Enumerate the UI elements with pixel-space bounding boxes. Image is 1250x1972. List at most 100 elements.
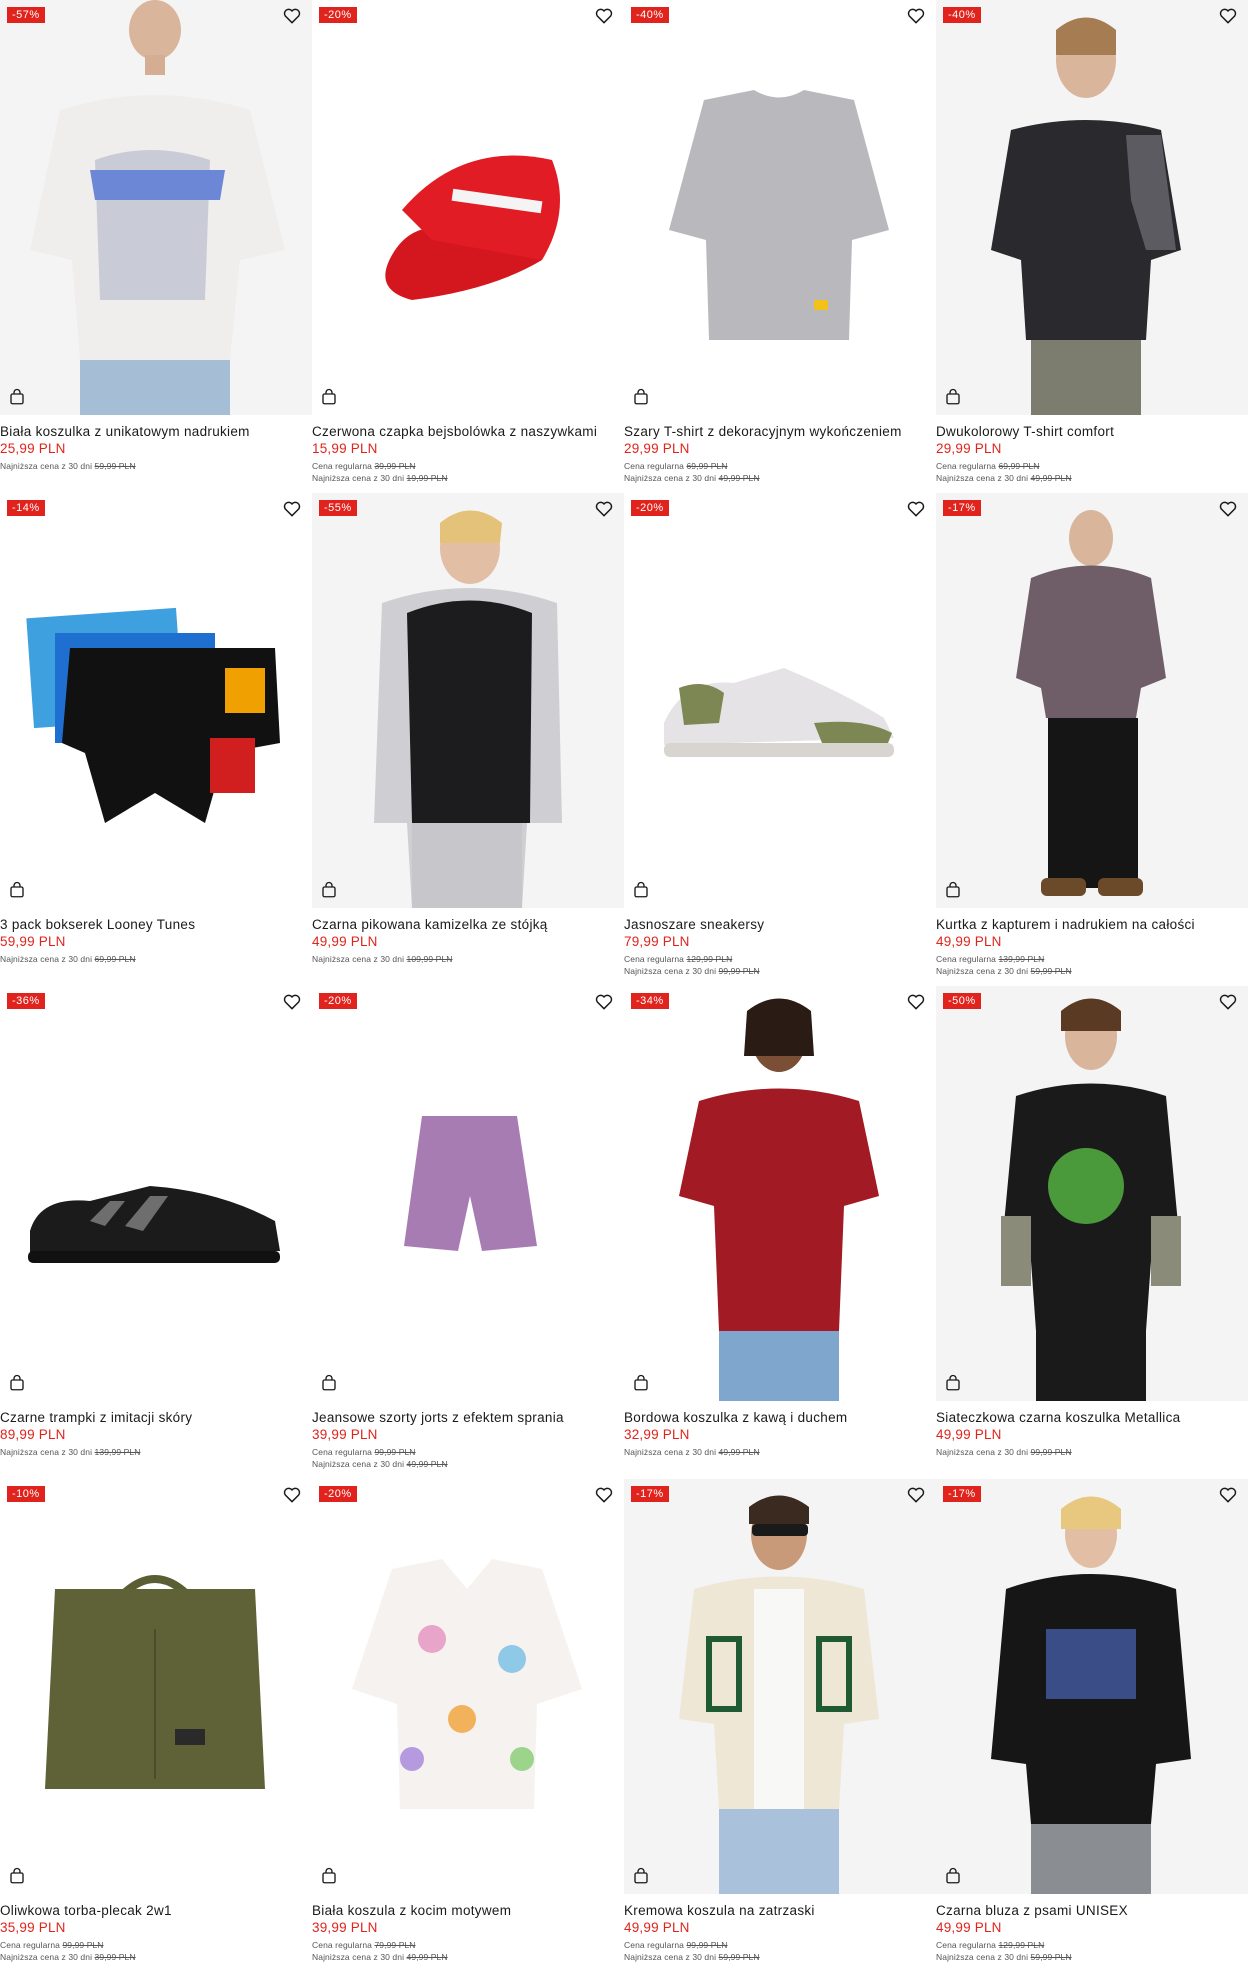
product-image[interactable]: -20% <box>312 986 624 1401</box>
product-title[interactable]: Czarna bluza z psami UNISEX <box>936 1903 1246 1918</box>
product-title[interactable]: Jasnoszare sneakersy <box>624 917 934 932</box>
product-title[interactable]: 3 pack bokserek Looney Tunes <box>0 917 310 932</box>
product-card[interactable]: -20% Jeansowe szorty jorts z efektem spr… <box>312 986 624 1479</box>
product-photo <box>0 1479 312 1894</box>
product-image[interactable]: -55% <box>312 493 624 908</box>
product-card[interactable]: -10% Oliwkowa torba-plecak 2w1 35,99 PLN… <box>0 1479 312 1972</box>
product-title[interactable]: Biała koszulka z unikatowym nadrukiem <box>0 424 310 439</box>
heart-icon[interactable] <box>1218 992 1238 1012</box>
heart-icon[interactable] <box>906 992 926 1012</box>
product-card[interactable]: -17% Kremowa koszula na zatrzaski 49,99 … <box>624 1479 936 1972</box>
product-title[interactable]: Czarne trampki z imitacji skóry <box>0 1410 310 1425</box>
product-image[interactable]: -40% <box>936 0 1248 415</box>
shopping-bag-icon[interactable] <box>320 1374 338 1392</box>
product-title[interactable]: Czerwona czapka bejsbolówka z naszywkami <box>312 424 622 439</box>
product-card[interactable]: -20% Jasnoszare sneakersy 79,99 PLN Cena… <box>624 493 936 986</box>
heart-icon[interactable] <box>282 499 302 519</box>
shopping-bag-icon[interactable] <box>632 1867 650 1885</box>
shopping-bag-icon[interactable] <box>8 1867 26 1885</box>
product-title[interactable]: Czarna pikowana kamizelka ze stójką <box>312 917 622 932</box>
product-price: 49,99 PLN <box>624 1920 690 1935</box>
product-image[interactable]: -20% <box>624 493 936 908</box>
product-price: 39,99 PLN <box>312 1920 378 1935</box>
shopping-bag-icon[interactable] <box>8 1374 26 1392</box>
lowest-price-info: Najniższa cena z 30 dni 59,99 PLN <box>936 966 1072 976</box>
product-image[interactable]: -36% <box>0 986 312 1401</box>
heart-icon[interactable] <box>906 499 926 519</box>
product-card[interactable]: -55% Czarna pikowana kamizelka ze stójką… <box>312 493 624 986</box>
product-image[interactable]: -10% <box>0 1479 312 1894</box>
product-title[interactable]: Biała koszula z kocim motywem <box>312 1903 622 1918</box>
product-price: 79,99 PLN <box>624 934 690 949</box>
product-price: 29,99 PLN <box>624 441 690 456</box>
heart-icon[interactable] <box>282 992 302 1012</box>
product-image[interactable]: -40% <box>624 0 936 415</box>
shopping-bag-icon[interactable] <box>944 881 962 899</box>
product-title[interactable]: Szary T-shirt z dekoracyjnym wykończenie… <box>624 424 934 439</box>
product-card[interactable]: -20% Czerwona czapka bejsbolówka z naszy… <box>312 0 624 493</box>
shopping-bag-icon[interactable] <box>632 1374 650 1392</box>
product-card[interactable]: -36% Czarne trampki z imitacji skóry 89,… <box>0 986 312 1479</box>
regular-price-info: Cena regularna 69,99 PLN <box>624 461 728 471</box>
regular-price-info: Cena regularna 39,99 PLN <box>312 461 416 471</box>
product-title[interactable]: Siateczkowa czarna koszulka Metallica <box>936 1410 1246 1425</box>
product-card[interactable]: -17% Kurtka z kapturem i nadrukiem na ca… <box>936 493 1248 986</box>
shopping-bag-icon[interactable] <box>632 881 650 899</box>
heart-icon[interactable] <box>1218 1485 1238 1505</box>
heart-icon[interactable] <box>906 1485 926 1505</box>
shopping-bag-icon[interactable] <box>944 1374 962 1392</box>
shopping-bag-icon[interactable] <box>320 388 338 406</box>
product-price: 49,99 PLN <box>312 934 378 949</box>
shopping-bag-icon[interactable] <box>944 388 962 406</box>
lowest-price-info: Najniższa cena z 30 dni 49,99 PLN <box>624 473 760 483</box>
heart-icon[interactable] <box>1218 6 1238 26</box>
product-image[interactable]: -34% <box>624 986 936 1401</box>
discount-badge: -36% <box>7 993 45 1009</box>
shopping-bag-icon[interactable] <box>320 1867 338 1885</box>
product-card[interactable]: -34% Bordowa koszulka z kawą i duchem 32… <box>624 986 936 1479</box>
product-image[interactable]: -17% <box>624 1479 936 1894</box>
lowest-price-info: Najniższa cena z 30 dni 19,99 PLN <box>312 473 448 483</box>
product-card[interactable]: -57% Biała koszulka z unikatowym nadruki… <box>0 0 312 493</box>
product-price: 59,99 PLN <box>0 934 66 949</box>
product-title[interactable]: Kurtka z kapturem i nadrukiem na całości <box>936 917 1246 932</box>
product-card[interactable]: -40% Dwukolorowy T-shirt comfort 29,99 P… <box>936 0 1248 493</box>
product-photo <box>624 1479 936 1894</box>
lowest-price-info: Najniższa cena z 30 dni 49,99 PLN <box>624 1447 760 1457</box>
product-image[interactable]: -20% <box>312 1479 624 1894</box>
product-photo <box>936 493 1248 908</box>
heart-icon[interactable] <box>594 499 614 519</box>
product-card[interactable]: -14% 3 pack bokserek Looney Tunes 59,99 … <box>0 493 312 986</box>
product-card[interactable]: -50% Siateczkowa czarna koszulka Metalli… <box>936 986 1248 1479</box>
lowest-price-info: Najniższa cena z 30 dni 139,99 PLN <box>0 1447 141 1457</box>
heart-icon[interactable] <box>594 6 614 26</box>
shopping-bag-icon[interactable] <box>8 388 26 406</box>
heart-icon[interactable] <box>1218 499 1238 519</box>
heart-icon[interactable] <box>906 6 926 26</box>
product-image[interactable]: -17% <box>936 1479 1248 1894</box>
product-card[interactable]: -40% Szary T-shirt z dekoracyjnym wykońc… <box>624 0 936 493</box>
lowest-price-info: Najniższa cena z 30 dni 109,99 PLN <box>312 954 453 964</box>
heart-icon[interactable] <box>594 992 614 1012</box>
product-title[interactable]: Oliwkowa torba-plecak 2w1 <box>0 1903 310 1918</box>
product-title[interactable]: Dwukolorowy T-shirt comfort <box>936 424 1246 439</box>
product-image[interactable]: -17% <box>936 493 1248 908</box>
product-card[interactable]: -20% Biała koszula z kocim motywem 39,99… <box>312 1479 624 1972</box>
product-image[interactable]: -14% <box>0 493 312 908</box>
product-title[interactable]: Kremowa koszula na zatrzaski <box>624 1903 934 1918</box>
regular-price-info: Cena regularna 99,99 PLN <box>312 1447 416 1457</box>
product-card[interactable]: -17% Czarna bluza z psami UNISEX 49,99 P… <box>936 1479 1248 1972</box>
product-title[interactable]: Bordowa koszulka z kawą i duchem <box>624 1410 934 1425</box>
product-image[interactable]: -57% <box>0 0 312 415</box>
heart-icon[interactable] <box>594 1485 614 1505</box>
product-image[interactable]: -20% <box>312 0 624 415</box>
product-image[interactable]: -50% <box>936 986 1248 1401</box>
shopping-bag-icon[interactable] <box>632 388 650 406</box>
shopping-bag-icon[interactable] <box>8 881 26 899</box>
heart-icon[interactable] <box>282 6 302 26</box>
shopping-bag-icon[interactable] <box>320 881 338 899</box>
product-title[interactable]: Jeansowe szorty jorts z efektem sprania <box>312 1410 622 1425</box>
product-photo <box>624 493 936 908</box>
shopping-bag-icon[interactable] <box>944 1867 962 1885</box>
heart-icon[interactable] <box>282 1485 302 1505</box>
